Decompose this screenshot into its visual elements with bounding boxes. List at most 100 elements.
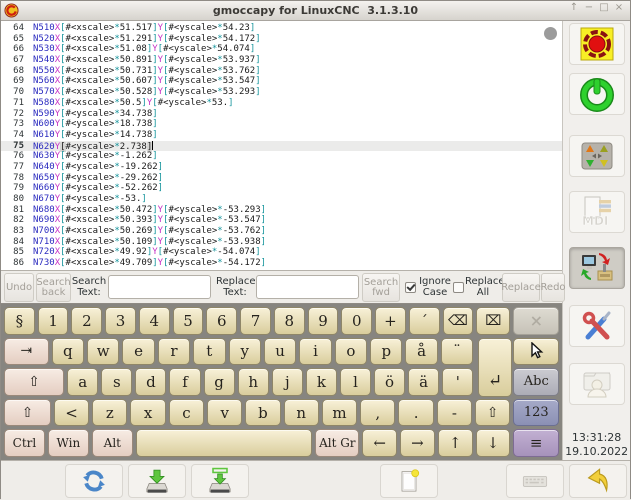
replace-button[interactable]: Replace: [502, 273, 540, 302]
gcode-editor[interactable]: 64N510X[#<xscale>*51.517]Y[#<yscale>*54.…: [1, 21, 562, 271]
key-¨[interactable]: ¨: [441, 338, 473, 366]
titlebar[interactable]: gmoccapy for LinuxCNC 3.1.3.10 ↑−□×: [1, 1, 630, 21]
key-5[interactable]: 5: [173, 307, 204, 335]
gcode-line[interactable]: 68N550X[#<xscale>*50.731]Y[#<yscale>*53.…: [1, 66, 562, 77]
user-button[interactable]: [569, 363, 625, 405]
key-7[interactable]: 7: [240, 307, 271, 335]
gcode-line[interactable]: 66N530X[#<xscale>*51.08]Y[#<yscale>*54.0…: [1, 44, 562, 55]
gcode-line[interactable]: 65N520X[#<xscale>*51.291]Y[#<yscale>*54.…: [1, 34, 562, 45]
redo-button[interactable]: Redo: [541, 273, 565, 302]
key-n[interactable]: n: [284, 399, 319, 427]
gcode-line[interactable]: 71N580X[#<xscale>*50.5]Y[#<yscale>*53.]: [1, 98, 562, 109]
alt-key[interactable]: Alt: [92, 429, 133, 457]
win-key[interactable]: Win: [48, 429, 89, 457]
backspace-key[interactable]: ⌫: [443, 307, 474, 335]
key-1[interactable]: 1: [38, 307, 69, 335]
replace-input[interactable]: [256, 275, 359, 299]
undo-button[interactable]: Undo: [4, 273, 34, 302]
gcode-line[interactable]: 74N610Y[#<yscale>*14.738]: [1, 130, 562, 141]
key-q[interactable]: q: [52, 338, 84, 366]
manual-mode-button[interactable]: [569, 135, 625, 177]
shift-right-key[interactable]: ⇧: [475, 399, 510, 427]
key-g[interactable]: g: [204, 368, 235, 396]
mdi-mode-button[interactable]: MDI: [569, 191, 625, 233]
arrow-up-key[interactable]: ↑: [438, 429, 473, 457]
space-key[interactable]: [136, 429, 312, 457]
settings-button[interactable]: [569, 305, 625, 347]
arrow-right-key[interactable]: →: [400, 429, 435, 457]
tab-key[interactable]: ⇥: [4, 338, 49, 366]
gcode-line[interactable]: 78N650Y[#<yscale>*-29.262]: [1, 173, 562, 184]
key-´[interactable]: ´: [409, 307, 440, 335]
gcode-line[interactable]: 82N690X[#<xscale>*50.393]Y[#<yscale>*-53…: [1, 215, 562, 226]
key-<[interactable]: <: [54, 399, 89, 427]
estop-button[interactable]: [569, 23, 625, 65]
search-input[interactable]: [108, 275, 211, 299]
minimize-icon[interactable]: −: [584, 2, 594, 13]
key-l[interactable]: l: [340, 368, 371, 396]
key-m[interactable]: m: [322, 399, 357, 427]
key-k[interactable]: k: [306, 368, 337, 396]
key-s[interactable]: s: [101, 368, 132, 396]
key-c[interactable]: c: [169, 399, 204, 427]
key-,[interactable]: ,: [360, 399, 395, 427]
menu-key[interactable]: ≡: [513, 429, 559, 457]
key-9[interactable]: 9: [308, 307, 339, 335]
clear-key[interactable]: ⌧: [476, 307, 510, 335]
key-+[interactable]: +: [375, 307, 406, 335]
key-v[interactable]: v: [207, 399, 242, 427]
keyboard-toggle-button[interactable]: [506, 464, 564, 498]
gcode-line[interactable]: 75N620Y[#<yscale>*2.738]: [1, 141, 562, 152]
key-p[interactable]: p: [370, 338, 402, 366]
key-y[interactable]: y: [229, 338, 261, 366]
key-0[interactable]: 0: [341, 307, 372, 335]
gcode-line[interactable]: 79N660Y[#<yscale>*-52.262]: [1, 183, 562, 194]
maximize-icon[interactable]: □: [599, 2, 609, 13]
key-j[interactable]: j: [272, 368, 303, 396]
gcode-line[interactable]: 84N710X[#<xscale>*50.109]Y[#<yscale>*-53…: [1, 237, 562, 248]
gcode-line[interactable]: 80N670Y[#<yscale>*-53.]: [1, 194, 562, 205]
key-i[interactable]: i: [299, 338, 331, 366]
save-as-button[interactable]: [191, 464, 249, 498]
shift-left-key[interactable]: ⇧: [4, 399, 51, 427]
layout-abc-key[interactable]: Abc: [513, 368, 559, 396]
gcode-line[interactable]: 86N730X[#<xscale>*49.709]Y[#<yscale>*-54…: [1, 258, 562, 269]
gcode-line[interactable]: 81N680X[#<xscale>*50.472]Y[#<yscale>*-53…: [1, 205, 562, 216]
key-.[interactable]: .: [398, 399, 433, 427]
gcode-line[interactable]: 64N510X[#<xscale>*51.517]Y[#<yscale>*54.…: [1, 23, 562, 34]
gcode-line[interactable]: 72N590Y[#<yscale>*34.738]: [1, 109, 562, 120]
shade-window-icon[interactable]: ↑: [569, 2, 579, 13]
layout-123-key[interactable]: 123: [513, 399, 559, 427]
ctrl-key[interactable]: Ctrl: [4, 429, 45, 457]
key-u[interactable]: u: [264, 338, 296, 366]
pointer-key[interactable]: [513, 338, 559, 366]
key-2[interactable]: 2: [71, 307, 102, 335]
key-z[interactable]: z: [92, 399, 127, 427]
gcode-line[interactable]: 77N640Y[#<yscale>*-19.262]: [1, 162, 562, 173]
gcode-line[interactable]: 85N720X[#<xscale>*49.92]Y[#<yscale>*-54.…: [1, 247, 562, 258]
key-f[interactable]: f: [169, 368, 200, 396]
gcode-line[interactable]: 73N600Y[#<yscale>*18.738]: [1, 119, 562, 130]
save-button[interactable]: [128, 464, 186, 498]
keyboard-close-key[interactable]: ×: [513, 307, 559, 335]
reload-button[interactable]: [65, 464, 123, 498]
altgr-key[interactable]: Alt Gr: [315, 429, 359, 457]
auto-mode-button[interactable]: [569, 247, 625, 289]
key-a[interactable]: a: [67, 368, 98, 396]
key-e[interactable]: e: [122, 338, 154, 366]
key-h[interactable]: h: [238, 368, 269, 396]
key-o[interactable]: o: [335, 338, 367, 366]
search-fwd-button[interactable]: Search fwd: [362, 273, 400, 302]
arrow-left-key[interactable]: ←: [362, 429, 397, 457]
key-4[interactable]: 4: [139, 307, 170, 335]
gcode-line[interactable]: 67N540X[#<xscale>*50.891]Y[#<yscale>*53.…: [1, 55, 562, 66]
key-å[interactable]: å: [405, 338, 437, 366]
key-r[interactable]: r: [158, 338, 190, 366]
caps-key[interactable]: ⇧: [4, 368, 64, 396]
key-d[interactable]: d: [135, 368, 166, 396]
key-x[interactable]: x: [130, 399, 165, 427]
gcode-line[interactable]: 76N630Y[#<yscale>*-1.262]: [1, 151, 562, 162]
arrow-down-key[interactable]: ↓: [476, 429, 511, 457]
ignore-case-checkbox[interactable]: [405, 282, 416, 293]
key--[interactable]: -: [437, 399, 472, 427]
